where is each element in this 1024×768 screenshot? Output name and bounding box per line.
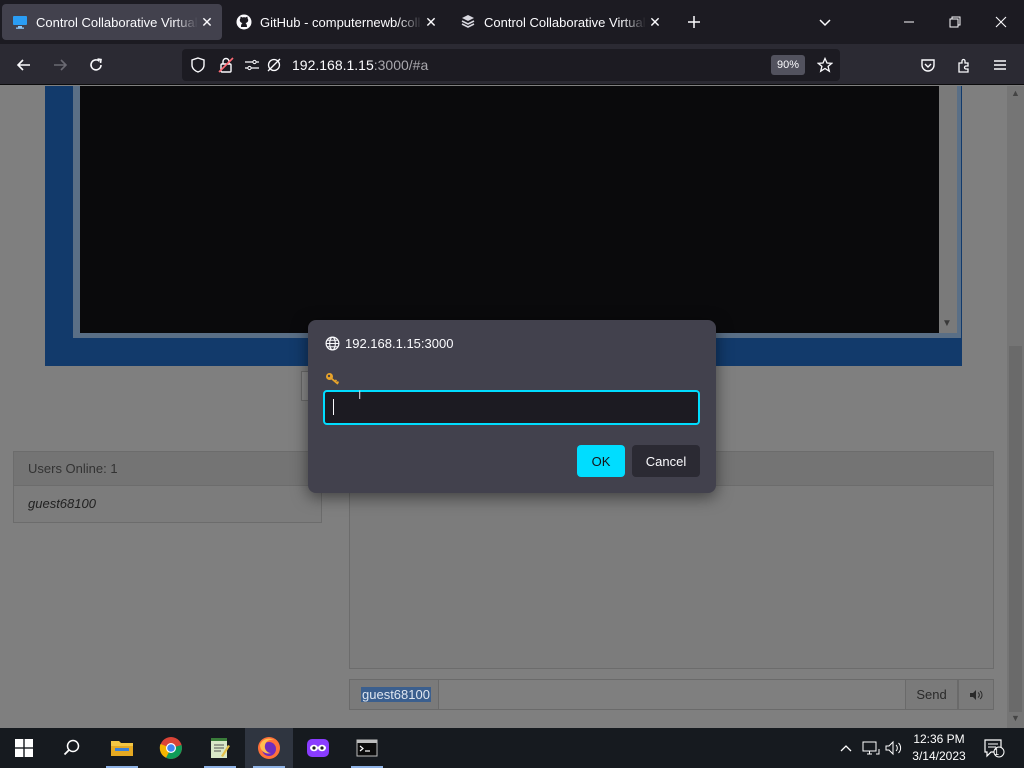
chevron-up-icon[interactable] — [836, 738, 856, 758]
scroll-up-icon[interactable]: ▲ — [1011, 88, 1020, 98]
tab-github[interactable]: GitHub - computernewb/collab-vm ✕ — [226, 4, 446, 40]
shield-icon[interactable] — [190, 57, 206, 73]
zoom-level-badge[interactable]: 90% — [771, 55, 805, 75]
prompt-input[interactable] — [323, 390, 700, 425]
windows-logo-icon — [15, 739, 33, 757]
vm-display[interactable] — [80, 86, 939, 333]
prompt-origin-text: 192.168.1.15:3000 — [345, 336, 454, 351]
volume-icon[interactable] — [884, 738, 904, 758]
restore-button[interactable] — [932, 0, 978, 44]
menu-button[interactable] — [985, 50, 1015, 80]
notepad-icon — [211, 738, 230, 758]
tab-collabvm-active[interactable]: Control Collaborative Virtual Machines ✕ — [2, 4, 222, 40]
new-tab-button[interactable] — [680, 8, 708, 36]
chat-username[interactable]: guest68100 — [349, 679, 439, 710]
tab-label: Control Collaborative Virtual Machines — [36, 14, 198, 30]
chat-username-text: guest68100 — [361, 687, 431, 702]
notification-count: 1 — [994, 747, 1000, 757]
close-tab-icon[interactable]: ✕ — [646, 13, 664, 31]
page-scroll-thumb[interactable] — [1009, 346, 1022, 712]
system-clock[interactable]: 12:36 PM 3/14/2023 — [904, 731, 974, 765]
github-icon — [236, 14, 252, 30]
pocket-button[interactable] — [913, 50, 943, 80]
chrome-icon — [159, 737, 182, 759]
search-icon — [63, 739, 80, 756]
taskbar-firefox[interactable] — [245, 728, 293, 768]
close-tab-icon[interactable]: ✕ — [198, 13, 216, 31]
mask-app-icon — [307, 739, 329, 757]
forward-button[interactable] — [45, 50, 75, 80]
users-online-header: Users Online: 1 — [14, 452, 321, 486]
reload-button[interactable] — [81, 50, 111, 80]
search-button[interactable] — [48, 728, 96, 768]
url-text[interactable]: 192.168.1.15:3000/#a — [292, 57, 428, 73]
vm-scrollbar[interactable] — [939, 86, 957, 333]
start-button[interactable] — [0, 728, 48, 768]
tab-label: Control Collaborative Virtual Machines — [484, 14, 646, 30]
taskbar-app-mask[interactable] — [294, 728, 342, 768]
text-cursor-icon: I — [358, 388, 362, 402]
url-host: 192.168.1.15 — [292, 57, 374, 73]
bookmark-star-icon[interactable] — [817, 57, 833, 73]
users-online-panel: Users Online: 1 guest68100 — [13, 451, 322, 523]
prompt-dialog: 192.168.1.15:3000 I OK Cancel — [308, 320, 716, 493]
text-caret — [333, 399, 334, 415]
taskbar-notepad[interactable] — [196, 728, 244, 768]
clock-time: 12:36 PM — [913, 732, 965, 746]
minimize-button[interactable] — [886, 0, 932, 44]
monitor-icon — [12, 14, 28, 30]
firefox-icon — [258, 737, 280, 759]
scroll-down-icon[interactable]: ▼ — [1011, 713, 1020, 723]
key-icon — [325, 372, 341, 386]
insecure-lock-icon[interactable] — [218, 57, 234, 73]
folder-icon — [111, 741, 133, 756]
taskbar: 12:36 PM 3/14/2023 1 — [0, 728, 1024, 768]
taskbar-file-explorer[interactable] — [98, 728, 146, 768]
url-bar[interactable]: 192.168.1.15:3000/#a 90% — [182, 49, 840, 81]
globe-icon — [325, 336, 340, 351]
list-all-tabs-button[interactable] — [811, 8, 839, 36]
tab-strip: Control Collaborative Virtual Machines ✕… — [0, 0, 1024, 44]
tab-collabvm-2[interactable]: Control Collaborative Virtual Machines ✕ — [450, 4, 670, 40]
close-tab-icon[interactable]: ✕ — [422, 13, 440, 31]
back-button[interactable] — [9, 50, 39, 80]
taskbar-terminal[interactable] — [343, 728, 391, 768]
tab-label: GitHub - computernewb/collab-vm — [260, 14, 422, 30]
vm-stack-icon — [460, 14, 476, 30]
navigation-toolbar: 192.168.1.15:3000/#a 90% — [0, 44, 1024, 85]
extensions-button[interactable] — [949, 50, 979, 80]
user-list-item[interactable]: guest68100 — [14, 486, 321, 522]
tracking-blocked-icon[interactable] — [266, 57, 282, 73]
chat-message-input[interactable] — [438, 679, 906, 710]
close-window-button[interactable] — [978, 0, 1024, 44]
terminal-icon — [356, 739, 378, 757]
url-path: :3000/#a — [373, 57, 429, 73]
chat-input-row: guest68100 Send — [349, 679, 994, 710]
ok-button[interactable]: OK — [577, 445, 625, 477]
permissions-icon[interactable] — [244, 57, 260, 73]
scroll-down-icon[interactable]: ▼ — [942, 318, 952, 329]
speaker-icon[interactable] — [958, 679, 994, 710]
cancel-button[interactable]: Cancel — [632, 445, 700, 477]
taskbar-chrome[interactable] — [147, 728, 195, 768]
prompt-origin: 192.168.1.15:3000 — [325, 336, 453, 351]
clock-date: 3/14/2023 — [912, 749, 966, 763]
network-icon[interactable] — [861, 738, 881, 758]
notification-center-icon[interactable]: 1 — [982, 738, 1006, 758]
send-button[interactable]: Send — [905, 679, 958, 710]
